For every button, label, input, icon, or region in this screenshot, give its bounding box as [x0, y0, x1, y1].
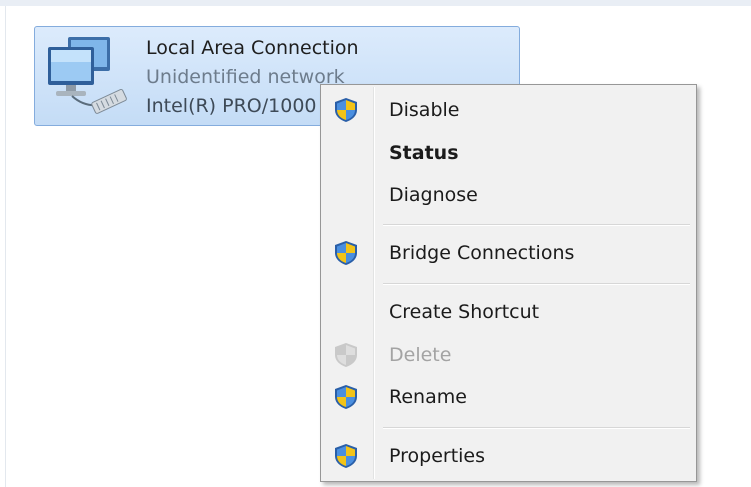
- uac-shield-icon: [335, 98, 357, 122]
- uac-shield-icon: [335, 241, 357, 265]
- menu-item-label: Create Shortcut: [389, 301, 540, 323]
- menu-item-label: Properties: [389, 445, 486, 467]
- menu-item-label: Rename: [389, 386, 467, 408]
- menu-item-label: Bridge Connections: [389, 242, 575, 264]
- menu-item-label: Delete: [389, 344, 452, 366]
- menu-item-properties[interactable]: Properties: [323, 436, 694, 476]
- menu-separator: [383, 283, 690, 285]
- uac-shield-disabled-icon: [335, 343, 357, 367]
- network-connections-window: Local Area Connection Unidentified netwo…: [0, 0, 751, 487]
- menu-item-label: Status: [389, 142, 459, 164]
- uac-shield-icon: [335, 444, 357, 468]
- menu-item-bridge-connections[interactable]: Bridge Connections: [323, 233, 694, 273]
- network-adapter-icon: [48, 37, 127, 114]
- connection-name: Local Area Connection: [146, 37, 359, 59]
- menu-item-diagnose[interactable]: Diagnose: [323, 175, 694, 215]
- uac-shield-icon: [335, 385, 357, 409]
- menu-item-rename[interactable]: Rename: [323, 377, 694, 417]
- menu-separator: [383, 427, 690, 429]
- menu-item-disable[interactable]: Disable: [323, 90, 694, 130]
- menu-separator: [383, 224, 690, 226]
- menu-item-create-shortcut[interactable]: Create Shortcut: [323, 292, 694, 332]
- menu-item-status[interactable]: Status: [323, 133, 694, 173]
- menu-item-delete: Delete: [323, 335, 694, 375]
- menu-item-label: Disable: [389, 99, 460, 121]
- menu-item-label: Diagnose: [389, 184, 478, 206]
- context-menu: Disable Status Diagnose Bridge Connectio…: [320, 84, 697, 482]
